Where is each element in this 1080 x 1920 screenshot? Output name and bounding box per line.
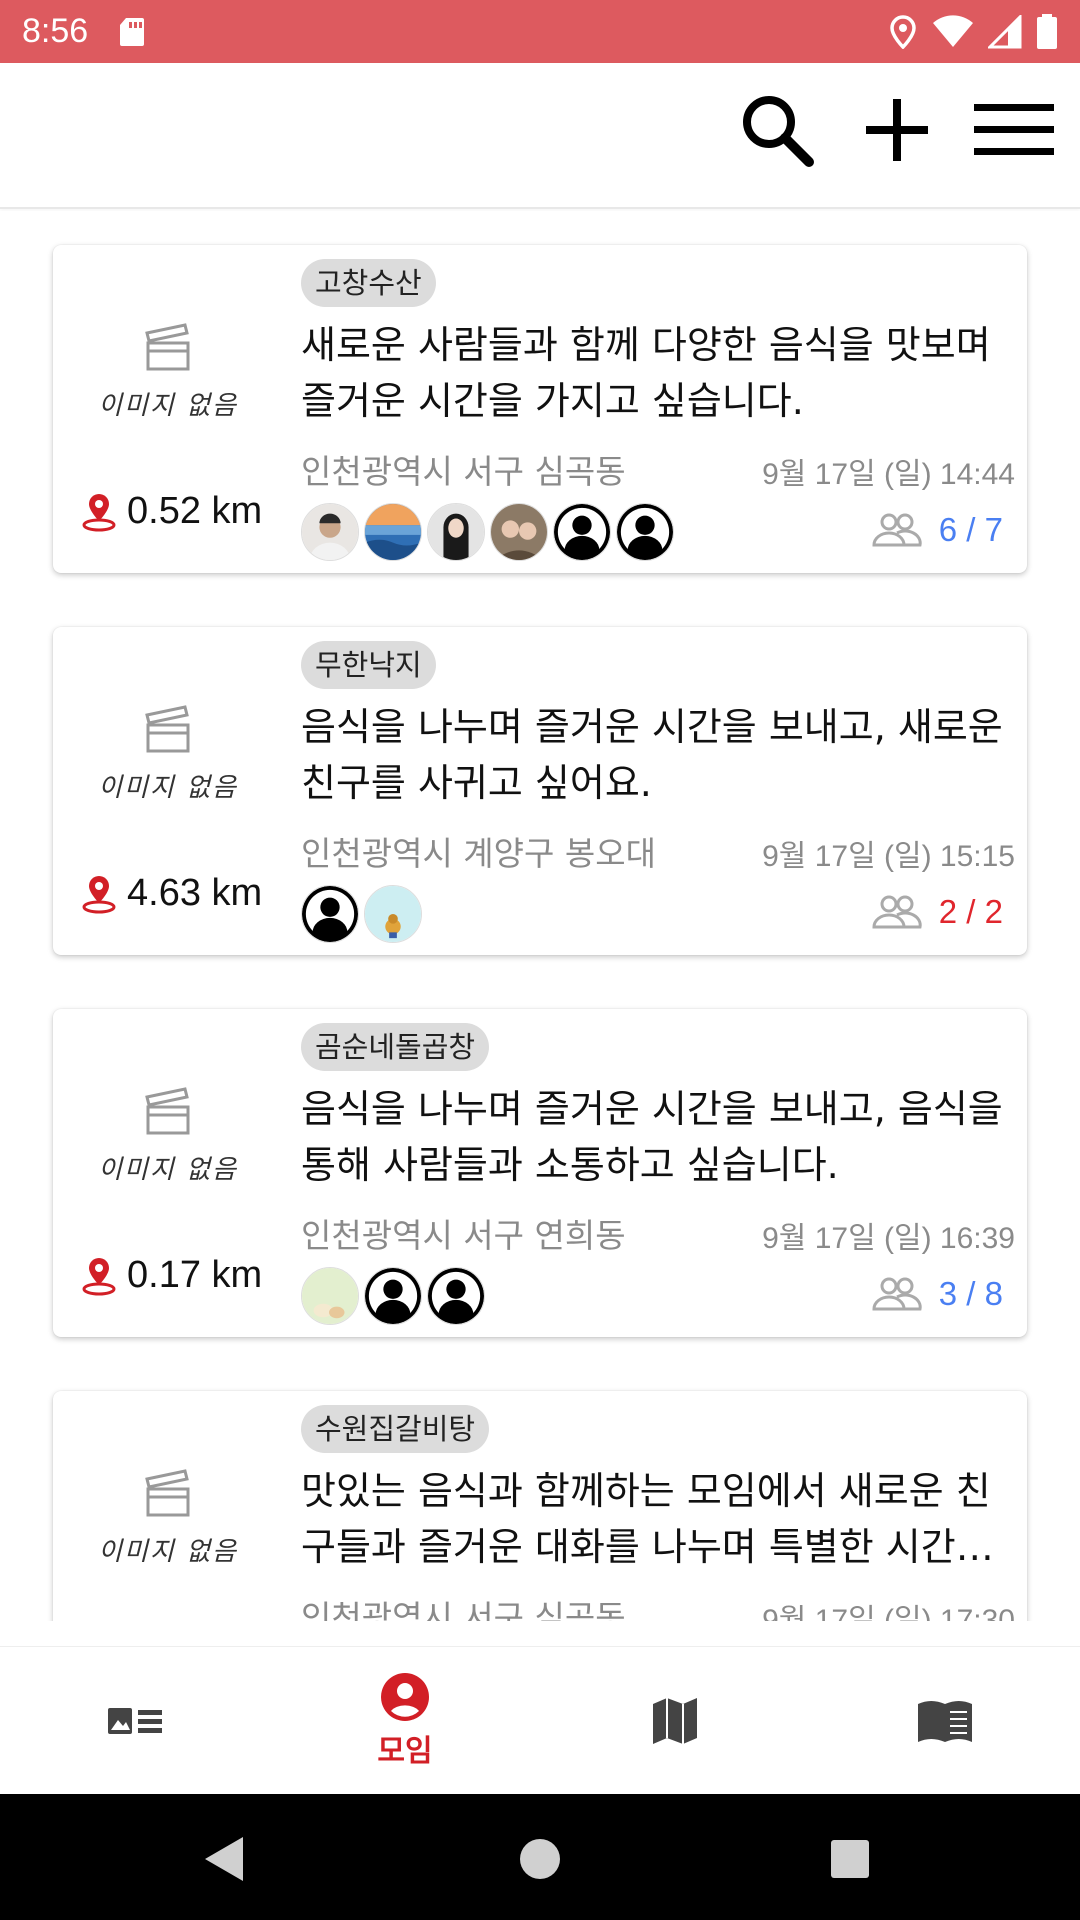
meeting-location: 인천광역시 서구 심곡동	[301, 452, 626, 491]
system-navigation-bar	[0, 1794, 1080, 1920]
meeting-datetime: 9월 17일 (일) 15:15	[762, 840, 1015, 873]
distance: 4.63 km	[81, 872, 262, 915]
meeting-datetime: 9월 17일 (일) 17:30	[762, 1604, 1015, 1621]
people-icon	[872, 895, 922, 929]
avatar	[490, 503, 548, 561]
avatar	[301, 1267, 359, 1325]
meeting-datetime: 9월 17일 (일) 16:39	[762, 1222, 1015, 1255]
meeting-location: 인천광역시 계양구 봉오대	[301, 834, 656, 873]
cell-signal-icon	[988, 14, 1022, 48]
restaurant-tag: 무한낙지	[301, 641, 436, 689]
wifi-icon	[933, 14, 973, 47]
member-count: 3 / 8	[871, 1275, 1003, 1313]
avatar	[301, 503, 359, 561]
sd-card-icon	[120, 17, 145, 46]
distance-value: 0.52 km	[127, 490, 263, 532]
meeting-description: 새로운 사람들과 함께 다양한 음식을 맛보며 즐거운 시간을 가지고 싶습니다…	[301, 323, 991, 423]
meeting-description: 음식을 나누며 즐거운 시간을 보내고, 새로운 친구를 사귀고 싶어요.	[301, 705, 1003, 805]
meeting-card[interactable]: 이미지 없음 0.52 km 고창수산 새로운 사람들과 함께 다양한 음식을 …	[53, 245, 1027, 573]
status-bar: 8:56	[0, 0, 1080, 63]
distance: 0.17 km	[81, 1254, 262, 1297]
member-count-value: 3 / 8	[938, 1275, 1003, 1312]
status-time: 8:56	[22, 12, 89, 50]
avatar	[364, 885, 422, 943]
participant-avatars	[301, 503, 679, 561]
distance-value: 4.63 km	[127, 872, 263, 914]
nav-guide[interactable]	[810, 1647, 1080, 1795]
avatar	[427, 1267, 485, 1325]
meeting-list[interactable]: 이미지 없음 0.52 km 고창수산 새로운 사람들과 함께 다양한 음식을 …	[0, 211, 1080, 1621]
meeting-location: 인천광역시 서구 연희동	[301, 1216, 626, 1255]
people-icon	[872, 513, 922, 547]
distance-value: 0.17 km	[127, 1254, 263, 1296]
location-pin-icon	[82, 1257, 116, 1295]
meeting-description: 맛있는 음식과 함께하는 모임에서 새로운 친구들과 즐거운 대화를 나누며 특…	[301, 1469, 994, 1569]
nav-meetings-label: 모임	[377, 1734, 433, 1769]
account-circle-icon	[381, 1673, 429, 1721]
no-image-label: 이미지 없음	[98, 1155, 238, 1185]
no-image-label: 이미지 없음	[98, 1537, 238, 1567]
meeting-card[interactable]: 이미지 없음 4.63 km 무한낙지 음식을 나누며 즐거운 시간을 보내고,…	[53, 627, 1027, 955]
meeting-card[interactable]: 이미지 없음 수원집갈비탕 맛있는 음식과 함께하는 모임에서 새로운 친구들과…	[53, 1391, 1027, 1621]
book-icon	[918, 1701, 972, 1742]
bottom-navigation: 모임	[0, 1646, 1080, 1794]
recents-icon[interactable]	[815, 1824, 885, 1894]
meeting-datetime: 9월 17일 (일) 14:44	[762, 458, 1015, 491]
meeting-card[interactable]: 이미지 없음 0.17 km 곰순네돌곱창 음식을 나누며 즐거운 시간을 보내…	[53, 1009, 1027, 1337]
nav-map[interactable]	[540, 1647, 810, 1795]
home-icon[interactable]	[505, 1824, 575, 1894]
nav-meetings[interactable]: 모임	[270, 1647, 540, 1795]
map-icon	[653, 1698, 697, 1744]
member-count: 2 / 2	[871, 893, 1003, 931]
avatar	[427, 503, 485, 561]
avatar	[553, 503, 611, 561]
distance: 0.52 km	[81, 490, 262, 533]
restaurant-tag: 고창수산	[301, 259, 436, 307]
participant-avatars	[301, 1267, 490, 1325]
plus-icon[interactable]	[852, 85, 942, 175]
no-image-label: 이미지 없음	[98, 773, 238, 803]
meeting-description: 음식을 나누며 즐거운 시간을 보내고, 음식을 통해 사람들과 소통하고 싶습…	[301, 1087, 1003, 1187]
back-icon[interactable]	[190, 1824, 260, 1894]
hamburger-menu-icon[interactable]	[969, 85, 1059, 175]
member-count-value: 2 / 2	[938, 893, 1003, 930]
restaurant-tag: 곰순네돌곱창	[301, 1023, 490, 1071]
member-count: 6 / 7	[871, 511, 1003, 549]
avatar	[364, 503, 422, 561]
participant-avatars	[301, 885, 427, 943]
no-image-label: 이미지 없음	[98, 391, 238, 421]
search-icon[interactable]	[732, 85, 822, 175]
image-list-icon	[108, 1708, 162, 1734]
location-pin-icon	[82, 875, 116, 913]
restaurant-tag: 수원집갈비탕	[301, 1405, 490, 1453]
location-status-icon	[890, 14, 916, 49]
people-icon	[872, 1277, 922, 1311]
nav-feed[interactable]	[0, 1647, 270, 1795]
avatar	[301, 885, 359, 943]
avatar	[616, 503, 674, 561]
battery-icon	[1037, 13, 1057, 49]
app-bar	[0, 63, 1080, 209]
member-count-value: 6 / 7	[938, 511, 1003, 548]
location-pin-icon	[82, 493, 116, 531]
avatar	[364, 1267, 422, 1325]
meeting-location: 인천광역시 서구 심곡동	[301, 1598, 626, 1621]
